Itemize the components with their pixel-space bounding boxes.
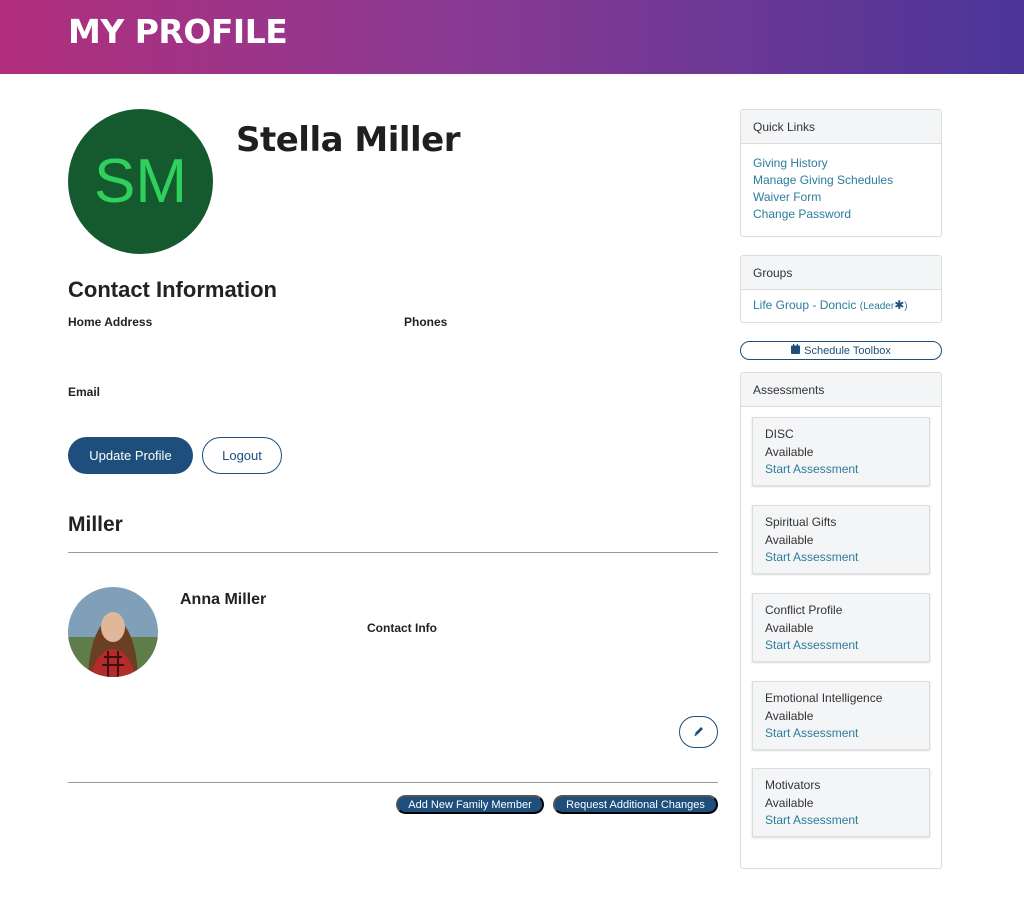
manage-giving-schedules-link[interactable]: Manage Giving Schedules bbox=[753, 172, 929, 189]
start-assessment-link[interactable]: Start Assessment bbox=[765, 726, 858, 740]
page-header: MY PROFILE bbox=[0, 0, 1024, 74]
group-link[interactable]: Life Group - Doncic (Leader✱) bbox=[753, 297, 929, 315]
group-name: Life Group - Doncic bbox=[753, 298, 857, 312]
profile-name: Stella Miller bbox=[236, 120, 461, 160]
schedule-toolbox-button[interactable]: Schedule Toolbox bbox=[740, 341, 942, 360]
assessment-card-spiritual-gifts: Spiritual Gifts Available Start Assessme… bbox=[752, 505, 930, 574]
calendar-icon bbox=[791, 344, 801, 357]
add-family-member-button[interactable]: Add New Family Member bbox=[396, 795, 544, 814]
assessment-name: DISC bbox=[765, 427, 794, 441]
page-title: MY PROFILE bbox=[68, 12, 288, 51]
start-assessment-link[interactable]: Start Assessment bbox=[765, 462, 858, 476]
start-assessment-link[interactable]: Start Assessment bbox=[765, 638, 858, 652]
family-heading: Miller bbox=[68, 513, 123, 536]
assessment-name: Spiritual Gifts bbox=[765, 515, 837, 529]
quick-links-card: Quick Links Giving History Manage Giving… bbox=[740, 109, 942, 237]
assessments-heading: Assessments bbox=[741, 373, 941, 407]
edit-family-member-button[interactable] bbox=[679, 716, 718, 748]
assessment-card-emotional-intelligence: Emotional Intelligence Available Start A… bbox=[752, 681, 930, 750]
giving-history-link[interactable]: Giving History bbox=[753, 155, 929, 172]
request-changes-button[interactable]: Request Additional Changes bbox=[553, 795, 718, 814]
assessment-card-conflict-profile: Conflict Profile Available Start Assessm… bbox=[752, 593, 930, 662]
home-address-label: Home Address bbox=[68, 315, 153, 329]
change-password-link[interactable]: Change Password bbox=[753, 206, 929, 223]
waiver-form-link[interactable]: Waiver Form bbox=[753, 189, 929, 206]
quick-links-heading: Quick Links bbox=[741, 110, 941, 144]
assessment-name: Conflict Profile bbox=[765, 603, 843, 617]
divider bbox=[68, 552, 718, 553]
contact-info-heading: Contact Information bbox=[68, 277, 277, 302]
assessment-status: Available bbox=[765, 532, 814, 547]
email-label: Email bbox=[68, 385, 101, 399]
group-role-close: ) bbox=[904, 301, 908, 312]
contact-info-label: Contact Info bbox=[367, 621, 437, 635]
group-role-text: (Leader bbox=[859, 301, 895, 312]
family-member-photo bbox=[68, 587, 158, 677]
groups-card: Groups Life Group - Doncic (Leader✱) bbox=[740, 255, 942, 323]
assessment-card-disc: DISC Available Start Assessment bbox=[752, 417, 930, 486]
assessment-status: Available bbox=[765, 795, 814, 810]
pencil-icon bbox=[693, 725, 705, 740]
avatar: SM bbox=[68, 109, 213, 254]
assessment-status: Available bbox=[765, 444, 814, 459]
groups-heading: Groups bbox=[741, 256, 941, 290]
start-assessment-link[interactable]: Start Assessment bbox=[765, 550, 858, 564]
assessment-name: Emotional Intelligence bbox=[765, 691, 883, 705]
family-member-name: Anna Miller bbox=[180, 591, 267, 608]
divider bbox=[68, 782, 718, 783]
logout-button[interactable]: Logout bbox=[202, 437, 282, 474]
assessment-name: Motivators bbox=[765, 778, 821, 792]
leader-star-icon: ✱ bbox=[894, 298, 905, 312]
assessment-status: Available bbox=[765, 708, 814, 723]
update-profile-button[interactable]: Update Profile bbox=[68, 437, 193, 474]
assessment-status: Available bbox=[765, 620, 814, 635]
phones-label: Phones bbox=[404, 315, 448, 329]
start-assessment-link[interactable]: Start Assessment bbox=[765, 813, 858, 827]
schedule-toolbox-label: Schedule Toolbox bbox=[804, 344, 891, 357]
group-role: (Leader✱) bbox=[859, 298, 908, 312]
avatar-initials: SM bbox=[94, 147, 187, 216]
assessment-card-motivators: Motivators Available Start Assessment bbox=[752, 768, 930, 837]
